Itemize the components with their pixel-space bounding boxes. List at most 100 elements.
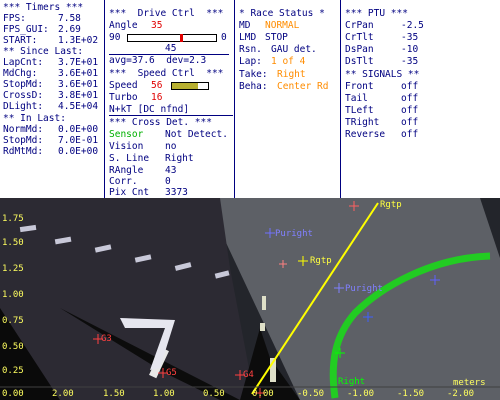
take-value: Right bbox=[277, 69, 306, 80]
turbo-label: Turbo bbox=[109, 92, 138, 103]
angle-gauge-min: 90 bbox=[109, 32, 121, 43]
speed-bar-fill bbox=[172, 83, 198, 89]
dlight-value: 4.5E+04 bbox=[58, 101, 99, 112]
speed-label: Speed bbox=[109, 80, 138, 91]
ptu-panel: *** PTU *** CrPan -2.5 CrTlt -35 DsPan -… bbox=[341, 0, 500, 198]
beha-value: Center Rd bbox=[277, 81, 329, 92]
x-tick: 1.50 bbox=[103, 389, 125, 399]
speed-bar bbox=[171, 82, 209, 90]
sensor-value: Not Detect. bbox=[165, 129, 228, 140]
sline-value: Right bbox=[165, 153, 194, 164]
crtlt-label: CrTlt bbox=[345, 32, 374, 43]
marker-label-purple: Puright bbox=[275, 229, 313, 239]
rsn-value: GAU det. bbox=[271, 44, 317, 55]
x-tick: 0.00 bbox=[2, 389, 24, 399]
fps-value: 7.58 bbox=[58, 13, 81, 24]
beha-label: Beha: bbox=[239, 81, 268, 92]
marker-label-rgtp: Rgtp bbox=[310, 256, 332, 266]
x-tick: -1.00 bbox=[347, 389, 375, 399]
marker-label-g4: G4 bbox=[243, 370, 254, 380]
dstlt-value: -35 bbox=[401, 56, 419, 67]
start-value: 1.3E+02 bbox=[58, 35, 99, 46]
rdmtmd-label: RdMtMd: bbox=[3, 146, 44, 157]
tail-value: off bbox=[401, 93, 419, 104]
dspan-value: -10 bbox=[401, 44, 419, 55]
x-tick: 2.00 bbox=[52, 389, 74, 399]
lap-value: 1 of 4 bbox=[271, 56, 306, 67]
turbo-value: 16 bbox=[151, 92, 163, 103]
md-value: NORMAL bbox=[265, 20, 300, 31]
tleft-value: off bbox=[401, 105, 419, 116]
lapcnt-value: 3.7E+01 bbox=[58, 57, 99, 68]
units-label: meters bbox=[453, 378, 486, 388]
x-tick: -1.50 bbox=[397, 389, 425, 399]
y-tick: 1.50 bbox=[2, 238, 24, 248]
dspan-label: DsPan bbox=[345, 44, 374, 55]
avg-dev-text: avg=37.6 dev=2.3 bbox=[109, 55, 207, 66]
rangle-label: RAngle bbox=[109, 165, 144, 176]
since-last-header: ** Since Last: bbox=[3, 46, 84, 57]
tright-value: off bbox=[401, 117, 419, 128]
lmd-value: STOP bbox=[265, 32, 288, 43]
corr-value: 0 bbox=[165, 176, 171, 187]
signals-header: ** SIGNALS ** bbox=[345, 69, 420, 80]
x-tick: 1.00 bbox=[153, 389, 175, 399]
front-label: Front bbox=[345, 81, 374, 92]
y-tick: 1.00 bbox=[2, 290, 24, 300]
rsn-label: Rsn. bbox=[239, 44, 262, 55]
fpsgui-value: 2.69 bbox=[58, 24, 81, 35]
rangle-value: 43 bbox=[165, 165, 177, 176]
mdchg-value: 3.6E+01 bbox=[58, 68, 99, 79]
tail-label: Tail bbox=[345, 93, 368, 104]
corr-label: Corr. bbox=[109, 176, 138, 187]
y-tick: 1.25 bbox=[2, 264, 24, 274]
angle-value: 35 bbox=[151, 20, 163, 31]
lmd-label: LMD bbox=[239, 32, 257, 43]
dstlt-label: DsTlt bbox=[345, 56, 374, 67]
drive-panel: *** Drive Ctrl *** Angle 35 90 0 45 avg=… bbox=[105, 0, 233, 198]
y-tick: 0.75 bbox=[2, 316, 24, 326]
cross-divider bbox=[109, 115, 233, 116]
marker-label-purple: Puright bbox=[345, 284, 383, 294]
fps-label: FPS: bbox=[3, 13, 26, 24]
cross-det-title: *** Cross Det. *** bbox=[109, 117, 212, 128]
take-label: Take: bbox=[239, 69, 268, 80]
x-tick: 0.50 bbox=[203, 389, 225, 399]
x-tick: -2.00 bbox=[447, 389, 475, 399]
sline-label: S. Line bbox=[109, 153, 150, 164]
lap-label: Lap: bbox=[239, 56, 262, 67]
crpan-value: -2.5 bbox=[401, 20, 424, 31]
md-label: MD bbox=[239, 20, 251, 31]
nkt-text: N+kT [DC nfnd] bbox=[109, 104, 190, 115]
ptu-title: *** PTU *** bbox=[345, 8, 408, 19]
timers-panel: *** Timers *** FPS: 7.58 FPS_GUI: 2.69 S… bbox=[0, 0, 104, 198]
vision-value: no bbox=[165, 141, 177, 152]
race-status-title: * Race Status * bbox=[239, 8, 325, 19]
camera-view[interactable]: Rgtp Rgtp Puright Puright G3 G5 G4 Right… bbox=[0, 198, 500, 400]
angle-label: Angle bbox=[109, 20, 138, 31]
x-tick: -0.50 bbox=[297, 389, 325, 399]
angle-gauge bbox=[127, 34, 217, 42]
pixcnt-value: 3373 bbox=[165, 187, 188, 198]
in-last-header: ** In Last: bbox=[3, 113, 66, 124]
pixcnt-label: Pix Cnt bbox=[109, 187, 150, 198]
crtlt-value: -35 bbox=[401, 32, 419, 43]
avg-box: avg=37.6 dev=2.3 bbox=[109, 54, 229, 66]
timers-title: *** Timers *** bbox=[3, 2, 84, 13]
y-tick: 1.75 bbox=[2, 214, 24, 224]
stopmd2-label: StopMd: bbox=[3, 135, 44, 146]
stopmd-value: 3.6E+01 bbox=[58, 79, 99, 90]
drive-title: *** Drive Ctrl *** bbox=[109, 8, 224, 19]
y-tick: 0.25 bbox=[2, 366, 24, 376]
marker-label-g3: G3 bbox=[101, 334, 112, 344]
fpsgui-label: FPS_GUI: bbox=[3, 24, 49, 35]
reverse-label: Reverse bbox=[345, 129, 386, 140]
start-label: START: bbox=[3, 35, 38, 46]
dlight-label: DLight: bbox=[3, 101, 44, 112]
angle-gauge-needle bbox=[179, 34, 183, 42]
tleft-label: TLeft bbox=[345, 105, 374, 116]
reverse-value: off bbox=[401, 129, 419, 140]
angle-gauge-mid: 45 bbox=[165, 43, 177, 54]
speed-value: 56 bbox=[151, 80, 163, 91]
crpan-label: CrPan bbox=[345, 20, 374, 31]
